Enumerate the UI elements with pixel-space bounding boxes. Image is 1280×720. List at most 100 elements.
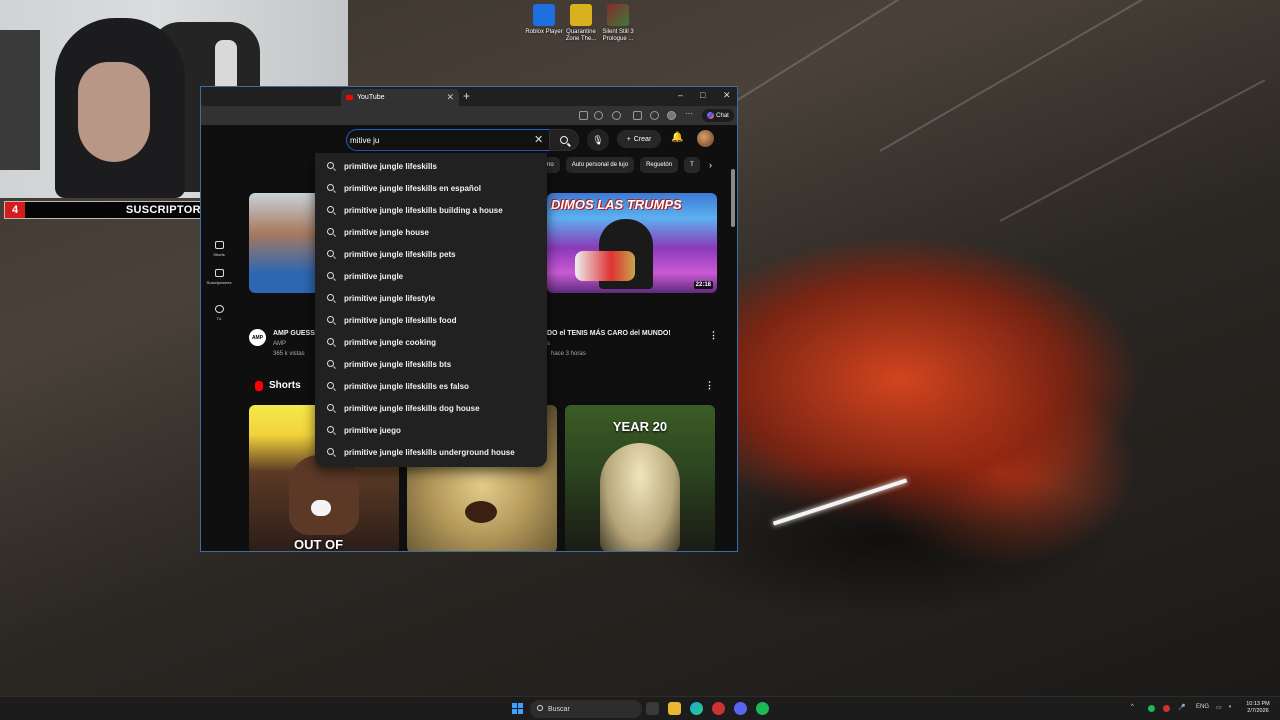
video-menu-icon[interactable]: ⋮ <box>709 330 718 341</box>
windows-taskbar: Buscar ^ 🎤 ENG ▭ ◖ 10:13 PM 2/7/2026 <box>0 696 1280 720</box>
suggestion-text: primitive jungle lifeskills underground … <box>344 447 515 457</box>
volume-icon[interactable]: ◖ <box>1228 704 1232 710</box>
search-suggestion-item[interactable]: primitive jungle lifeskills dog house <box>315 397 547 419</box>
system-clock[interactable]: 10:13 PM 2/7/2026 <box>1240 701 1276 715</box>
search-button[interactable] <box>549 129 579 151</box>
search-suggestion-item[interactable]: primitive jungle <box>315 265 547 287</box>
tab-close-button[interactable]: ✕ <box>446 92 454 103</box>
spotify-tray-icon[interactable] <box>1148 705 1155 712</box>
video-channel[interactable]: s <box>547 341 550 347</box>
chip[interactable]: Reguetón <box>640 157 679 173</box>
minimize-button[interactable]: – <box>678 90 683 100</box>
wallpaper-light-streak <box>719 0 1043 112</box>
window-close-button[interactable]: ✕ <box>723 90 731 101</box>
search-icon <box>560 136 568 144</box>
taskbar-search[interactable]: Buscar <box>530 700 642 718</box>
search-suggestion-item[interactable]: primitive jungle lifeskills building a h… <box>315 199 547 221</box>
suggestion-text: primitive jungle lifeskills dog house <box>344 403 480 413</box>
search-suggestion-item[interactable]: primitive jungle cooking <box>315 331 547 353</box>
profile-icon[interactable] <box>667 111 676 120</box>
search-suggestion-item[interactable]: primitive jungle lifeskills en español <box>315 177 547 199</box>
search-input[interactable] <box>350 133 530 147</box>
search-suggestion-item[interactable]: primitive jungle lifeskills food <box>315 309 547 331</box>
notifications-bell-icon[interactable]: 🔔 <box>671 132 683 143</box>
voice-search-button[interactable]: 🎙 <box>587 129 609 151</box>
short-thumbnail[interactable]: YEAR 20 <box>565 405 715 551</box>
more-menu-icon[interactable]: ⋯ <box>685 109 694 118</box>
search-box[interactable] <box>346 129 549 151</box>
windows-logo-icon <box>512 709 517 714</box>
page-scrollbar[interactable] <box>731 169 735 227</box>
search-suggestion-item[interactable]: primitive juego <box>315 419 547 441</box>
desktop-icon-roblox[interactable]: Roblox Player <box>524 4 564 36</box>
thumbnail-shoe <box>575 251 635 281</box>
video-thumbnail[interactable]: DIMOS LAS TRUMPS 22:18 <box>547 193 717 293</box>
search-suggestion-item[interactable]: primitive jungle lifeskills pets <box>315 243 547 265</box>
channel-avatar[interactable]: AMP <box>249 329 266 346</box>
suggestion-text: primitive jungle lifeskills <box>344 161 437 171</box>
tray-app-icon[interactable] <box>1163 705 1170 712</box>
short-skeleton <box>600 443 680 551</box>
search-icon <box>327 184 334 191</box>
video-channel[interactable]: AMP <box>273 341 286 347</box>
task-view-icon[interactable] <box>646 702 659 715</box>
search-suggestion-item[interactable]: primitive jungle house <box>315 221 547 243</box>
chip[interactable]: T <box>684 157 700 173</box>
discord-icon[interactable] <box>734 702 747 715</box>
copilot-chat-button[interactable]: Chat <box>702 109 734 122</box>
game-icon <box>607 4 629 26</box>
video-title[interactable]: DO el TENIS MÁS CARO del MUNDO! <box>547 330 671 337</box>
chip[interactable]: Auto personal de lujo <box>565 157 635 173</box>
extensions-icon[interactable] <box>633 111 642 120</box>
tab-youtube[interactable]: YouTube ✕ <box>341 89 459 106</box>
search-icon <box>327 338 334 345</box>
microphone-icon: 🎙 <box>592 134 604 145</box>
edge-icon[interactable] <box>690 702 703 715</box>
video-title[interactable]: AMP GUESS <box>273 330 315 337</box>
subscriptions-icon <box>214 269 224 277</box>
favorites-icon[interactable] <box>650 111 659 120</box>
spotify-icon[interactable] <box>756 702 769 715</box>
short-overlay-text: OUT OF <box>294 537 344 552</box>
sidebar-item-shorts[interactable]: Shorts <box>201 241 237 257</box>
sidebar-item-subscriptions[interactable]: Suscripciones <box>201 269 237 285</box>
create-button[interactable]: + Crear <box>617 130 661 148</box>
file-explorer-icon[interactable] <box>668 702 681 715</box>
reader-view-icon[interactable] <box>579 111 588 120</box>
new-tab-button[interactable]: + <box>463 89 470 103</box>
microphone-tray-icon[interactable]: 🎤 <box>1178 704 1185 711</box>
search-suggestion-item[interactable]: primitive jungle lifeskills es falso <box>315 375 547 397</box>
show-hidden-icons-chevron-icon[interactable]: ^ <box>1131 704 1134 710</box>
search-suggestion-item[interactable]: primitive jungle lifeskills bts <box>315 353 547 375</box>
short-overlay-text: YEAR 20 <box>612 419 668 434</box>
language-indicator[interactable]: ENG <box>1196 704 1209 710</box>
suggestion-text: primitive jungle lifeskills es falso <box>344 381 469 391</box>
desktop-icon-silent-still[interactable]: Silent Still 3 Prologue ... <box>598 4 638 43</box>
refresh-icon[interactable] <box>612 111 621 120</box>
search-suggestion-item[interactable]: primitive jungle lifestyle <box>315 287 547 309</box>
shorts-menu-icon[interactable]: ⋮ <box>705 380 714 391</box>
clear-search-icon[interactable]: ✕ <box>534 133 543 146</box>
suggestion-text: primitive jungle house <box>344 227 429 237</box>
sidebar-item-you[interactable]: Tú <box>201 305 237 321</box>
search-icon <box>327 426 334 433</box>
shorts-logo-icon <box>255 380 263 391</box>
desktop-icon-label: Quarantine Zone The... <box>565 29 597 42</box>
search-suggestion-item[interactable]: primitive jungle lifeskills <box>315 155 547 177</box>
chrome-icon[interactable] <box>712 702 725 715</box>
maximize-button[interactable]: □ <box>700 90 705 100</box>
shorts-section-heading: Shorts <box>255 380 301 391</box>
category-chips: no Auto personal de lujo Reguetón T <box>541 157 700 175</box>
short-mouth <box>311 500 331 516</box>
video-meta: hace 3 horas <box>551 351 586 357</box>
desktop-icon-quarantine-zone[interactable]: Quarantine Zone The... <box>561 4 601 43</box>
network-icon[interactable]: ▭ <box>1216 704 1222 711</box>
create-label: Crear <box>633 135 652 143</box>
sidebar-item-label: Tú <box>216 316 222 321</box>
copilot-icon <box>707 112 715 119</box>
account-avatar[interactable] <box>697 130 714 147</box>
start-button[interactable] <box>512 703 523 714</box>
favorite-star-icon[interactable] <box>594 111 603 120</box>
search-suggestion-item[interactable]: primitive jungle lifeskills underground … <box>315 441 547 463</box>
chips-next-chevron-icon[interactable]: › <box>709 160 712 170</box>
